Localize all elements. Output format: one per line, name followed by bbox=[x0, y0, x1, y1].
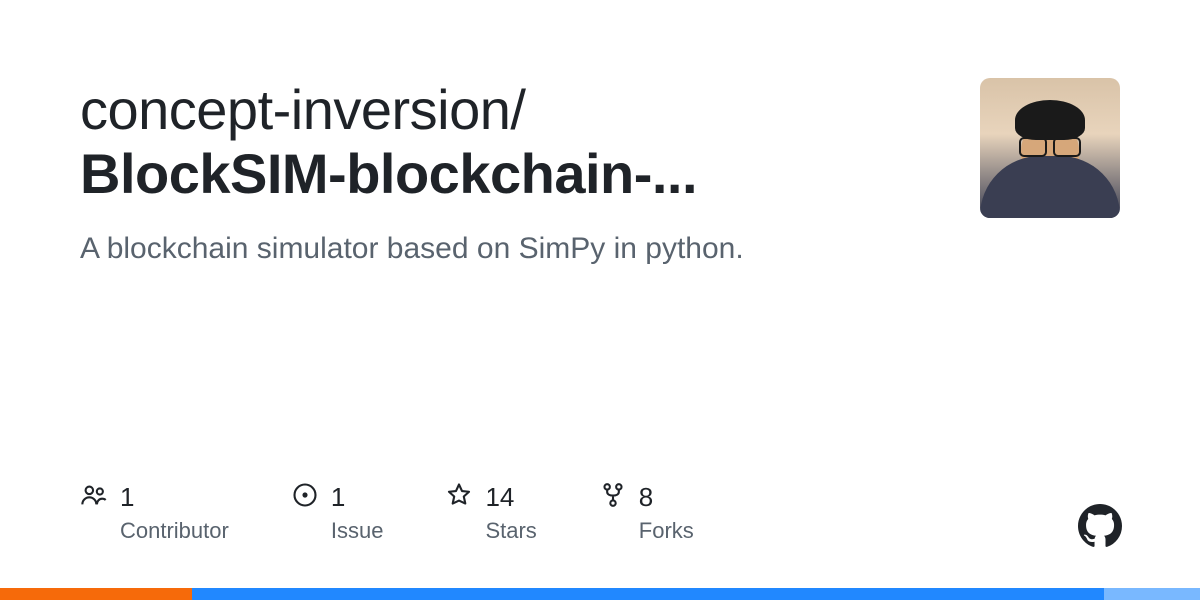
stat-count: 1 bbox=[120, 482, 134, 513]
bar-segment-1 bbox=[0, 588, 192, 600]
stat-count: 14 bbox=[485, 482, 514, 513]
stats-row: 1 Contributor 1 Issue 14 Stars 8 Forks bbox=[80, 481, 694, 544]
stat-contributors[interactable]: 1 Contributor bbox=[80, 481, 229, 544]
bar-segment-2 bbox=[192, 588, 1104, 600]
stat-count: 1 bbox=[331, 482, 345, 513]
stat-label: Forks bbox=[639, 518, 694, 544]
star-icon bbox=[445, 481, 473, 514]
avatar[interactable] bbox=[980, 78, 1120, 218]
github-logo-icon[interactable] bbox=[1078, 504, 1122, 548]
owner-separator: / bbox=[510, 78, 525, 141]
issue-icon bbox=[291, 481, 319, 514]
language-bar bbox=[0, 588, 1200, 600]
repo-card: concept-inversion/ BlockSIM-blockchain-.… bbox=[0, 0, 1200, 269]
repo-description: A blockchain simulator based on SimPy in… bbox=[80, 229, 940, 270]
repo-title: concept-inversion/ BlockSIM-blockchain-.… bbox=[80, 78, 940, 207]
people-icon bbox=[80, 481, 108, 514]
repo-owner[interactable]: concept-inversion bbox=[80, 78, 510, 141]
stat-issues[interactable]: 1 Issue bbox=[291, 481, 384, 544]
stat-label: Issue bbox=[331, 518, 384, 544]
stat-count: 8 bbox=[639, 482, 653, 513]
fork-icon bbox=[599, 481, 627, 514]
stat-label: Stars bbox=[485, 518, 536, 544]
stat-label: Contributor bbox=[120, 518, 229, 544]
bar-segment-3 bbox=[1104, 588, 1200, 600]
stat-stars[interactable]: 14 Stars bbox=[445, 481, 536, 544]
repo-name[interactable]: BlockSIM-blockchain-... bbox=[80, 142, 697, 205]
repo-main: concept-inversion/ BlockSIM-blockchain-.… bbox=[80, 78, 940, 269]
stat-forks[interactable]: 8 Forks bbox=[599, 481, 694, 544]
